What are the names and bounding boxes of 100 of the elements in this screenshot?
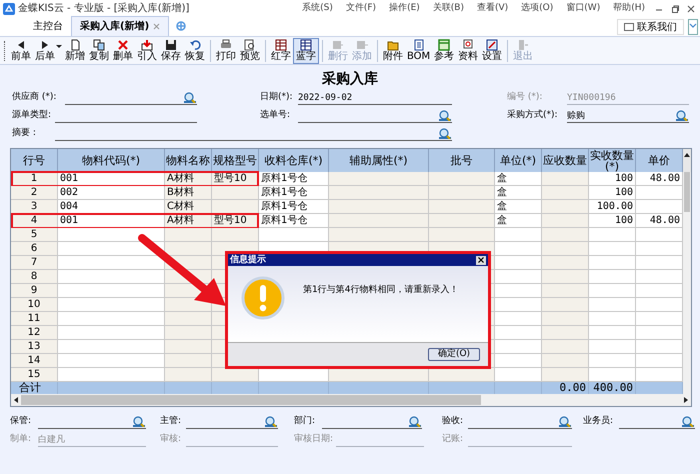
input-field[interactable]: 赊购 (567, 110, 689, 122)
input-field[interactable] (65, 92, 197, 104)
column-header: 物料名称 (165, 149, 212, 172)
table-cell: 001 (58, 214, 165, 227)
column-header: 物料代码(*) (58, 149, 165, 172)
input-field[interactable] (619, 416, 695, 428)
input-field[interactable]: 2022-09-02 (298, 92, 452, 104)
contact-button[interactable]: 联系我们 (617, 19, 684, 35)
lookup-icon (132, 414, 145, 426)
toolbar-button[interactable]: 保存 (159, 38, 183, 64)
dialog-title: 信息提示 (230, 255, 266, 265)
column-header: 规格型号 (212, 149, 259, 172)
field-label: 编号 (*): (507, 91, 544, 104)
ok-button[interactable]: 确定(O) (428, 348, 480, 361)
toolbar-button[interactable]: 恢复 (183, 38, 207, 64)
toolbar-button[interactable]: 打印 (214, 38, 238, 64)
menu-item[interactable]: 窗口(W) (566, 2, 600, 16)
menu-item[interactable]: 文件(F) (346, 2, 376, 16)
table-cell: 盒 (495, 186, 542, 199)
field-label: 日期(*): (260, 91, 294, 104)
field-label: 部门: (294, 415, 316, 428)
row-number: 2 (11, 186, 58, 199)
undo-icon (189, 39, 201, 51)
tab[interactable]: 采购入库(新增) (71, 16, 170, 36)
table-cell: 盒 (495, 172, 542, 185)
field-label: 验收: (442, 415, 464, 428)
menu-item[interactable]: 帮助(H) (613, 2, 645, 16)
cross-icon (117, 39, 129, 51)
toolbar-button[interactable]: 红字 (269, 38, 293, 64)
toolbar-button[interactable]: 蓝字 (293, 38, 319, 64)
menu-item[interactable]: 查看(V) (476, 2, 508, 16)
table-cell: 盒 (495, 214, 542, 227)
close-icon (153, 23, 160, 30)
close-icon (687, 4, 695, 12)
scrollbar-thumb[interactable] (21, 395, 481, 405)
toolbar-button[interactable]: 预览 (238, 38, 262, 64)
input-field[interactable] (322, 416, 422, 428)
toolbar-button[interactable]: 资料 (456, 38, 480, 64)
row-number: 8 (11, 270, 58, 283)
field-label: 业务员: (583, 415, 614, 428)
input-field[interactable] (298, 110, 452, 122)
table-cell: 001 (58, 172, 165, 185)
menu-item[interactable]: 系统(S) (302, 2, 333, 16)
table-cell: A材料 (165, 214, 212, 227)
row-number: 15 (11, 368, 58, 381)
scrollbar-up-button[interactable] (683, 149, 691, 172)
menu-item[interactable]: 操作(E) (389, 2, 420, 16)
restore-icon (671, 4, 679, 12)
table-cell: 原料1号仓 (259, 214, 329, 227)
lookup-icon (408, 414, 421, 426)
field-label: 审核: (160, 433, 182, 446)
field-label: 保管: (10, 415, 32, 428)
toolbar-button[interactable]: 新增 (63, 38, 87, 64)
field-label: 源单类型: (12, 109, 52, 122)
row-number: 14 (11, 354, 58, 367)
up-arrow-icon (683, 151, 691, 159)
table-cell: A材料 (165, 172, 212, 185)
lookup-icon (438, 126, 451, 138)
row-icon (356, 39, 368, 51)
table-cell: 原料1号仓 (259, 186, 329, 199)
vertical-scrollbar[interactable] (683, 172, 691, 394)
folder-icon (387, 39, 399, 51)
table-cell: 盒 (495, 200, 542, 213)
table-cell: 002 (58, 186, 165, 199)
menu-item[interactable]: 关联(B) (432, 2, 464, 16)
scrollbar-thumb[interactable] (684, 172, 690, 212)
table-cell: 004 (58, 200, 165, 213)
dialog-message: 第1行与第4行物料相同，请重新录入！ (303, 284, 458, 297)
horizontal-scrollbar[interactable] (11, 394, 691, 406)
input-field[interactable] (38, 416, 146, 428)
close-button[interactable] (476, 256, 486, 264)
table-cell: 原料1号仓 (259, 172, 329, 185)
toolbar-button[interactable]: 前单 (9, 38, 33, 64)
table-cell: B材料 (165, 186, 212, 199)
toolbar-button[interactable]: 后单 (33, 38, 63, 64)
table-cell: C材料 (165, 200, 212, 213)
row-number: 7 (11, 256, 58, 269)
toolbar-button[interactable]: 复制 (87, 38, 111, 64)
toolbar-button[interactable]: 引入 (135, 38, 159, 64)
input-field[interactable] (468, 416, 572, 428)
input-field[interactable] (186, 416, 278, 428)
exit-door-icon (517, 39, 530, 51)
row-number: 13 (11, 340, 58, 353)
toolbar-button[interactable]: 删单 (111, 38, 135, 64)
lookup-icon (558, 414, 571, 426)
lookup-icon (681, 414, 694, 426)
toolbar-button[interactable]: 参考 (432, 38, 456, 64)
lookup-icon (264, 414, 277, 426)
input-field[interactable] (55, 128, 452, 140)
cloud-logo-icon (3, 2, 15, 14)
table-cell: 原料1号仓 (259, 200, 329, 213)
field-label: 摘要 : (12, 127, 37, 140)
add-tab-icon (175, 20, 188, 32)
toolbar-button[interactable]: 设置 (480, 38, 504, 64)
toolbar-button[interactable]: 附件 (381, 38, 405, 64)
window-icon (438, 39, 450, 51)
toolbar-button[interactable]: BOM (405, 38, 432, 64)
row-number: 10 (11, 298, 58, 311)
menu-item[interactable]: 选项(O) (521, 2, 554, 16)
field-label: 采购方式(*): (507, 109, 559, 122)
